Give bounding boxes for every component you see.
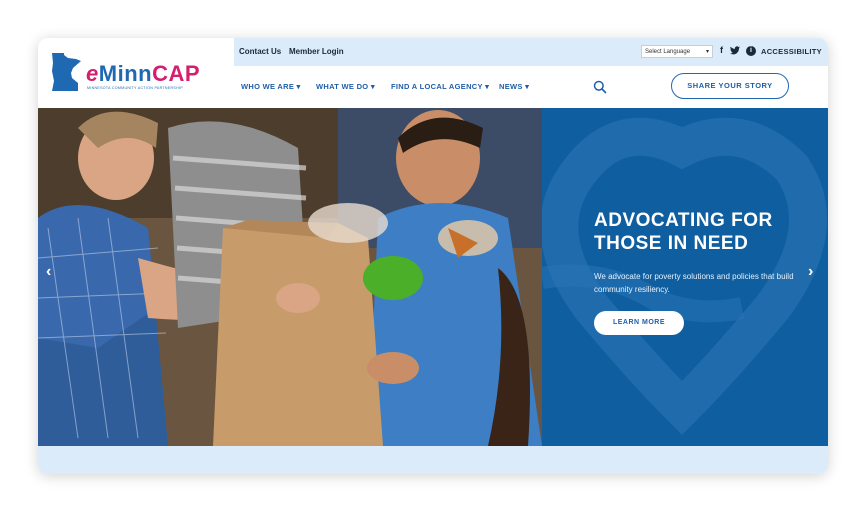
nav-label: NEWS <box>499 82 523 91</box>
share-your-story-button[interactable]: SHARE YOUR STORY <box>671 73 789 99</box>
nav-what-we-do[interactable]: WHAT WE DO ▾ <box>316 82 375 91</box>
next-slide-arrow[interactable]: › <box>808 263 813 281</box>
food-bank-volunteers-image <box>38 108 542 446</box>
main-nav: WHO WE ARE ▾ WHAT WE DO ▾ FIND A LOCAL A… <box>234 66 828 108</box>
logo-tagline: MINNESOTA COMMUNITY ACTION PARTNERSHIP <box>87 86 183 90</box>
minnesota-shape-icon <box>52 53 81 91</box>
logo-wordmark: eMinnCAP <box>86 61 200 87</box>
learn-more-button[interactable]: LEARN MORE <box>594 311 684 335</box>
utility-bar: Contact Us Member Login Select Language … <box>234 38 828 66</box>
facebook-icon[interactable]: f <box>720 45 723 55</box>
hero-content-panel: ADVOCATING FOR THOSE IN NEED We advocate… <box>542 108 828 446</box>
language-select[interactable]: Select Language ▾ <box>641 45 713 58</box>
caret-down-icon: ▾ <box>296 82 301 91</box>
logo[interactable]: eMinnCAP MINNESOTA COMMUNITY ACTION PART… <box>38 38 234 108</box>
browser-page: eMinnCAP MINNESOTA COMMUNITY ACTION PART… <box>38 38 828 474</box>
nav-label: WHAT WE DO <box>316 82 369 91</box>
nav-news[interactable]: NEWS ▾ <box>499 82 529 91</box>
logo-cap: CAP <box>152 61 201 86</box>
accessibility-link[interactable]: ACCESSIBILITY <box>761 47 822 56</box>
member-login-link[interactable]: Member Login <box>289 47 344 56</box>
caret-down-icon: ▾ <box>370 82 375 91</box>
hero-carousel: ‹ ADVOCATING FOR THOSE IN NEED We advoca… <box>38 108 828 446</box>
twitter-icon[interactable] <box>730 46 740 55</box>
language-select-value: Select Language <box>645 49 691 55</box>
search-icon[interactable] <box>593 80 607 94</box>
caret-down-icon: ▾ <box>525 82 530 91</box>
nav-who-we-are[interactable]: WHO WE ARE ▾ <box>241 82 301 91</box>
logo-e: e <box>86 61 99 86</box>
contact-us-link[interactable]: Contact Us <box>239 47 281 56</box>
accessibility-icon[interactable]: i <box>746 46 756 56</box>
chevron-down-icon: ▾ <box>705 49 709 55</box>
footer-strip <box>38 446 828 474</box>
hero-subtext: We advocate for poverty solutions and po… <box>594 272 794 294</box>
previous-slide-arrow[interactable]: ‹ <box>46 263 51 281</box>
nav-label: FIND A LOCAL AGENCY <box>391 82 483 91</box>
caret-down-icon: ▾ <box>485 82 490 91</box>
logo-minn: Minn <box>98 61 153 86</box>
hero-photo: ‹ <box>38 108 542 446</box>
nav-label: WHO WE ARE <box>241 82 295 91</box>
nav-find-local-agency[interactable]: FIND A LOCAL AGENCY ▾ <box>391 82 489 91</box>
hero-heading: ADVOCATING FOR THOSE IN NEED <box>594 210 773 254</box>
